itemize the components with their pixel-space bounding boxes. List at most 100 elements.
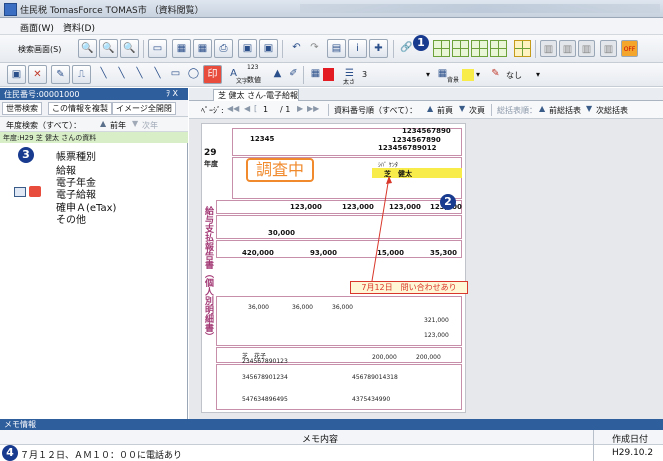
prev-doc-icon[interactable]: ▲	[427, 104, 433, 113]
screen-search-button[interactable]: 検索画面(S)	[18, 44, 61, 55]
page-current[interactable]: 1	[263, 105, 268, 114]
next-page-icon[interactable]: ▶	[297, 104, 303, 113]
layout-grid-4[interactable]	[490, 40, 507, 57]
duplicate-info-button[interactable]: この情報を複製	[48, 102, 112, 115]
stamp-red-button[interactable]: 印	[203, 65, 222, 84]
info-button[interactable]: i	[348, 39, 367, 58]
marker-none-label[interactable]: なし	[506, 70, 522, 81]
search-zoom-button-2[interactable]: 🔍	[99, 39, 118, 58]
pointer-button[interactable]: ▣	[7, 65, 26, 84]
line-button-3[interactable]: ╲	[130, 65, 149, 84]
form-misc: 36,000	[248, 304, 269, 311]
search-zoom-button-3[interactable]: 🔍	[120, 39, 139, 58]
year-filter-label[interactable]: 年度検索（すべて）：	[6, 120, 81, 131]
close-icon: ✕	[33, 69, 42, 80]
ellipse-button[interactable]: ◯	[184, 65, 203, 84]
grid-icon: ▤	[331, 43, 342, 54]
prev-year-icon[interactable]: ▲	[100, 119, 106, 128]
next-total-icon[interactable]: ▼	[586, 104, 592, 113]
left-panel: 住民番号:00001000 ｦ X 世帯検索 この情報を複製 イメージ全開閉 年…	[0, 88, 188, 419]
background-swatch-yellow[interactable]	[462, 69, 474, 81]
delete-button[interactable]: ▥	[600, 40, 617, 57]
screen-button[interactable]: ▭	[148, 39, 167, 58]
line-icon: ╲	[100, 68, 107, 79]
layout-grid-5[interactable]	[514, 40, 531, 57]
layout-grid-2[interactable]	[452, 40, 469, 57]
panel-title-bar: 住民番号:00001000 ｦ X	[0, 88, 188, 100]
marker-dropdown-icon[interactable]: ▾	[536, 70, 540, 79]
next-doc-label[interactable]: 次頁	[469, 105, 485, 116]
marker-button[interactable]: ✎	[486, 65, 505, 84]
menu-document[interactable]: 資料(D)	[63, 21, 95, 34]
form-misc: 36,000	[332, 304, 353, 311]
form-misc: 200,000	[416, 354, 441, 361]
stamp-button[interactable]: ✚	[369, 39, 388, 58]
separator	[593, 430, 594, 445]
line-button-2[interactable]: ╲	[112, 65, 131, 84]
household-search-button[interactable]: 世帯検索	[2, 102, 42, 115]
memo-col-date[interactable]: 作成日付	[612, 432, 648, 445]
prev-total-label[interactable]: 前総括表	[549, 105, 581, 116]
tile-button-1[interactable]: ▦	[172, 39, 191, 58]
prev-total-icon[interactable]: ▲	[539, 104, 545, 113]
line-button-1[interactable]: ╲	[94, 65, 113, 84]
erase-button[interactable]: ✕	[28, 65, 47, 84]
form-amount: 123,000	[389, 203, 421, 211]
note-button[interactable]: ✎	[51, 65, 70, 84]
panel-tabs: 世帯検索 この情報を複製 イメージ全開閉	[0, 100, 188, 117]
copy-button[interactable]: ▥	[578, 40, 595, 57]
off-button[interactable]: OFF	[621, 40, 638, 57]
layout-button[interactable]: ▤	[327, 39, 346, 58]
callout-2: 2	[440, 194, 456, 210]
form-amount-row	[216, 200, 462, 214]
info-icon: i	[356, 43, 359, 54]
memo-col-content[interactable]: メモ内容	[302, 432, 338, 445]
document-viewer[interactable]: 1234567890 1234567890 123456789012 12345…	[189, 119, 663, 419]
tree-header[interactable]: 帳票種別	[56, 148, 96, 163]
number-label[interactable]: 数値	[247, 75, 261, 85]
annotation-note[interactable]: 7月12日 問い合わせあり	[350, 281, 468, 294]
next-doc-icon[interactable]: ▼	[459, 104, 465, 113]
form-id: 456789014318	[352, 374, 398, 381]
edit-button[interactable]: ▥	[559, 40, 576, 57]
next-year-icon[interactable]: ▼	[132, 119, 138, 128]
print-button[interactable]: ⎙	[214, 39, 233, 58]
line-button-4[interactable]: ╲	[148, 65, 167, 84]
stamp-investigating[interactable]: 調査中	[246, 158, 314, 182]
menu-screen[interactable]: 画面(W)	[20, 21, 54, 34]
layout-grid-1[interactable]	[433, 40, 450, 57]
redo-button[interactable]: ↷	[305, 39, 324, 58]
last-page-icon[interactable]: ▶▶	[307, 104, 319, 113]
thickness-dropdown-icon[interactable]: ▾	[426, 70, 430, 79]
tile-button-2[interactable]: ▦	[193, 39, 212, 58]
next-year-label[interactable]: 次年	[142, 120, 158, 131]
prev-doc-label[interactable]: 前頁	[437, 105, 453, 116]
tree-item-other[interactable]: その他	[56, 211, 86, 226]
document-tab[interactable]: 芝 健太 さん-電子給報	[213, 89, 299, 101]
prev-page-icon[interactable]: ◀	[244, 104, 250, 113]
thickness-value[interactable]: 3	[362, 70, 367, 79]
printer-icon: ⎙	[219, 43, 228, 54]
rect-button[interactable]: ▭	[166, 65, 185, 84]
next-total-label[interactable]: 次総括表	[596, 105, 628, 116]
memo-title: メモ情報	[4, 420, 36, 429]
ruler-button[interactable]: ⎍	[72, 65, 91, 84]
pen-button[interactable]: ✐	[284, 65, 303, 84]
color-swatch-red[interactable]	[323, 68, 334, 81]
search-zoom-button-1[interactable]: 🔍	[78, 39, 97, 58]
panel-pin-close[interactable]: ｦ X	[166, 88, 178, 99]
background-dropdown-icon[interactable]: ▾	[476, 70, 480, 79]
image-button-2[interactable]: ▣	[259, 39, 278, 58]
undo-button[interactable]: ↶	[287, 39, 306, 58]
image-expand-all-button[interactable]: イメージ全開閉	[112, 102, 176, 115]
annotation-arrow	[371, 176, 392, 282]
app-icon	[4, 3, 17, 16]
add-button[interactable]: ▥	[540, 40, 557, 57]
image-button-1[interactable]: ▣	[238, 39, 257, 58]
first-page-icon[interactable]: ◀◀	[227, 104, 239, 113]
image-icon: ▣	[263, 43, 274, 54]
prev-year-label[interactable]: 前年	[110, 120, 126, 131]
layout-grid-3[interactable]	[471, 40, 488, 57]
form-id: 4375434990	[352, 396, 391, 403]
memo-row[interactable]: 4 ７月１２日、ＡＭ１０：００に電話あり H29.10.2	[0, 445, 663, 461]
